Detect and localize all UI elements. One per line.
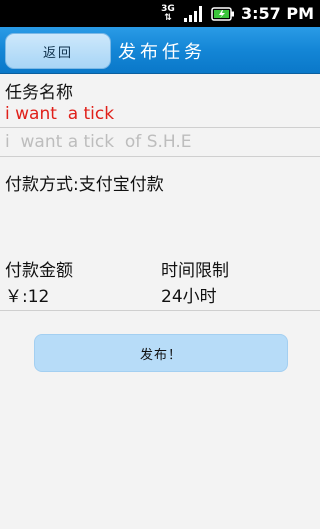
signal-strength-icon <box>183 4 205 24</box>
task-description: i want a tick of S.H.E <box>5 132 192 152</box>
title-bar: 返回 发布任务 <box>0 27 320 74</box>
payment-amount-value: ￥:12 <box>5 287 50 307</box>
battery-icon <box>211 4 235 24</box>
task-name-value: i want a tick <box>5 104 115 124</box>
back-button[interactable]: 返回 <box>5 33 111 69</box>
divider <box>0 127 320 128</box>
divider <box>0 310 320 311</box>
payment-method-label: 付款方式:支付宝付款 <box>5 175 164 195</box>
task-name-label: 任务名称 <box>5 83 73 103</box>
page-title: 发布任务 <box>118 42 206 63</box>
divider <box>0 156 320 157</box>
time-limit-value: 24小时 <box>161 287 217 307</box>
payment-amount-label: 付款金额 <box>5 261 73 281</box>
time-limit-label: 时间限制 <box>161 261 229 281</box>
network-3g-icon: 3G ⇅ <box>161 3 175 23</box>
status-time: 3:57 PM <box>240 4 314 23</box>
status-bar: 3G ⇅ 3:57 PM <box>0 0 320 27</box>
publish-button[interactable]: 发布！ <box>34 334 288 372</box>
